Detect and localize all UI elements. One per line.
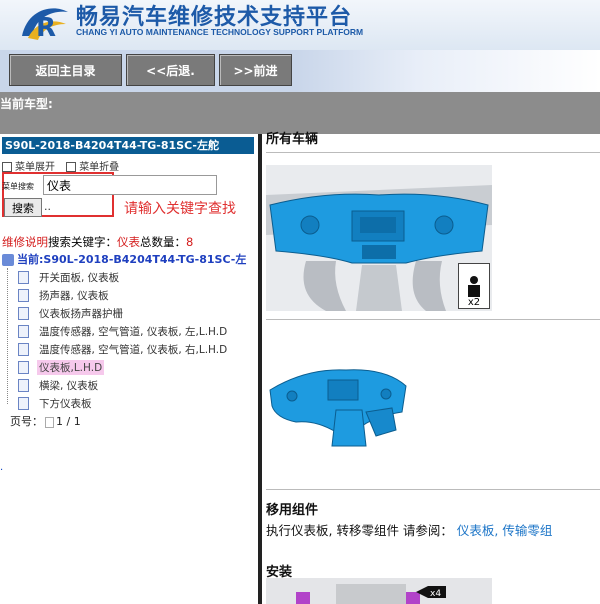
- search-dots: ..: [44, 200, 51, 213]
- tree-item[interactable]: 下方仪表板: [18, 394, 94, 412]
- divider-line: [266, 489, 600, 490]
- tree-root-label: 当前:S90L-2018-B4204T44-TG-81SC-左: [17, 253, 247, 266]
- search-result-summary: 维修说明搜索关键字：仪表总数量：8: [2, 234, 193, 250]
- page-box-icon: [45, 416, 54, 428]
- current-model-label: 当前车型:: [0, 97, 53, 111]
- document-icon: [18, 288, 29, 302]
- quantity-x4-label: x4: [430, 589, 441, 599]
- search-input[interactable]: [43, 175, 217, 195]
- divider-line: [266, 319, 600, 320]
- divider-line: [266, 152, 600, 153]
- checkbox-icon: [66, 162, 77, 172]
- pager-value: 1 / 1: [56, 415, 81, 428]
- nav-bar-gradient: [296, 50, 600, 92]
- section-transfer-components: 移用组件: [266, 503, 319, 518]
- quantity-label: x2: [467, 297, 481, 308]
- section-all-vehicles: 所有车辆: [266, 132, 319, 147]
- search-hint: 请输入关键字查找: [124, 201, 236, 217]
- document-icon: [18, 342, 29, 356]
- pager-label: 页号：: [10, 415, 43, 428]
- person-icon: [468, 276, 480, 297]
- tree-item[interactable]: 横梁, 仪表板: [18, 376, 100, 394]
- checkbox-icon: [2, 162, 12, 172]
- tree-item[interactable]: 仪表板扬声器护栅: [18, 304, 125, 322]
- tree-item[interactable]: 开关面板, 仪表板: [18, 268, 121, 286]
- transfer-instruction: 执行仪表板, 转移零组件 请参阅： 仪表板, 传输零组: [266, 523, 553, 538]
- tree-item[interactable]: 温度传感器, 空气管道, 仪表板, 右,L.H.D: [18, 340, 229, 358]
- svg-text:R: R: [36, 13, 56, 43]
- result-count-label: 总数量：: [140, 235, 186, 249]
- brand-logo-icon: R: [22, 8, 68, 43]
- back-to-main-button[interactable]: 返回主目录: [9, 54, 122, 86]
- dashboard-part-illustration: [269, 369, 407, 447]
- tree-item[interactable]: 温度传感器, 空气管道, 仪表板, 左,L.H.D: [18, 322, 229, 340]
- document-icon: [18, 360, 29, 374]
- app-subtitle: CHANG YI AUTO MAINTENANCE TECHNOLOGY SUP…: [76, 27, 364, 37]
- tree-item-selected[interactable]: 仪表板,L.H.D: [18, 358, 105, 376]
- quantity-badge: x2: [458, 263, 490, 309]
- computer-icon: [2, 254, 14, 266]
- result-count: 8: [186, 235, 194, 249]
- app-header: R 畅易汽车维修技术支持平台 CHANG YI AUTO MAINTENANCE…: [0, 0, 600, 50]
- document-icon: [18, 270, 29, 284]
- forward-button[interactable]: >>前进: [219, 54, 292, 86]
- document-icon: [18, 378, 29, 392]
- tree-root[interactable]: 当前:S90L-2018-B4204T44-TG-81SC-左: [2, 251, 246, 267]
- tree-connector: [7, 268, 9, 404]
- result-keyword-label: 搜索关键字：: [48, 235, 117, 249]
- document-icon: [18, 396, 29, 410]
- tree-header: S90L-2018-B4204T44-TG-81SC-左舵: [2, 137, 254, 154]
- menu-options: 菜单展开 菜单折叠: [2, 158, 127, 173]
- result-keyword: 仪表: [117, 235, 140, 249]
- stray-text: .: [0, 462, 4, 473]
- installation-illustration: x4: [266, 578, 492, 604]
- document-icon: [18, 324, 29, 338]
- back-button[interactable]: <<后退.: [126, 54, 215, 86]
- search-label: 菜单搜索: [2, 182, 34, 191]
- result-prefix[interactable]: 维修说明: [2, 235, 48, 249]
- link-dashboard[interactable]: 仪表板,: [457, 523, 498, 538]
- pager: 页号： 1 / 1: [10, 413, 81, 429]
- search-button[interactable]: 搜索: [4, 198, 42, 217]
- link-transfer-components[interactable]: 传输零组: [502, 523, 552, 538]
- document-icon: [18, 306, 29, 320]
- tree-item[interactable]: 扬声器, 仪表板: [18, 286, 111, 304]
